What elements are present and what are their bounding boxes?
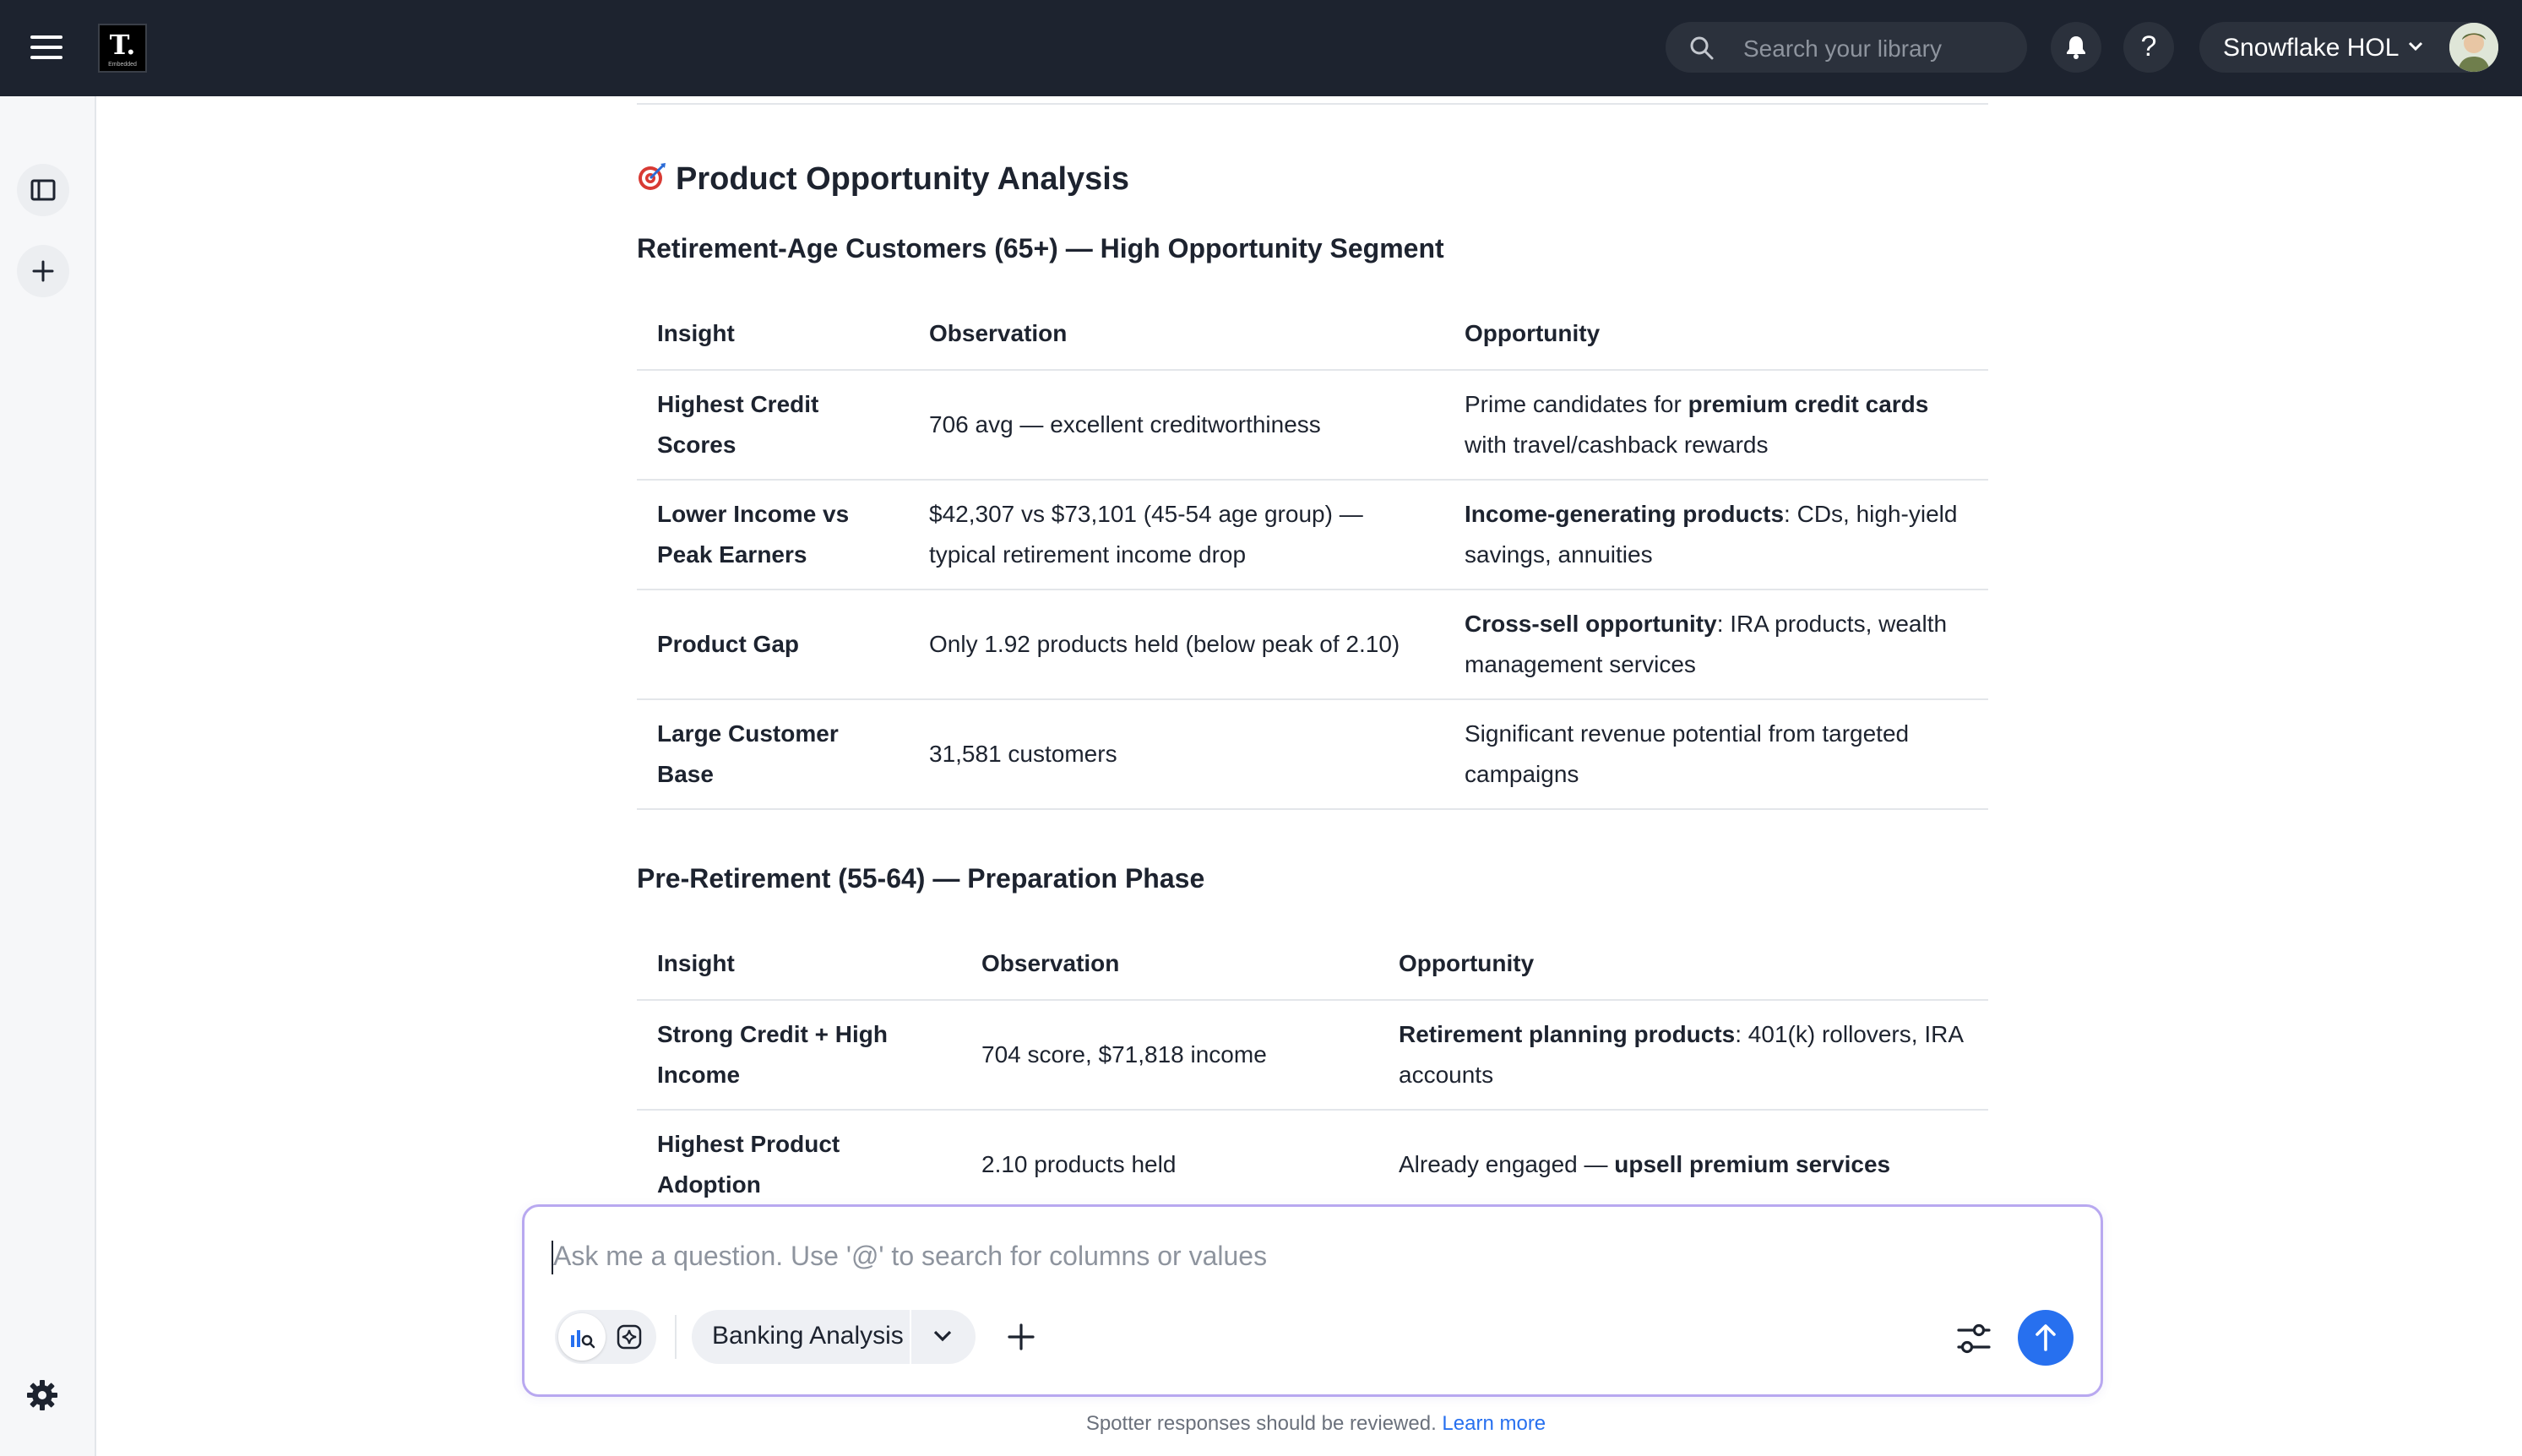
user-avatar[interactable]: [2449, 23, 2498, 72]
column-header: Observation: [909, 297, 1444, 371]
help-question-icon: ?: [2140, 30, 2157, 62]
column-header: Opportunity: [1378, 927, 1988, 1001]
answer-content: Product Opportunity Analysis Retirement-…: [637, 96, 1988, 1203]
chart-search-icon: [571, 1330, 595, 1349]
bell-icon: [2067, 36, 2085, 59]
opportunity-cell: Significant revenue potential from targe…: [1444, 699, 1988, 810]
logo-text: T.: [109, 29, 136, 61]
observation-cell: 704 score, $71,818 income: [961, 1000, 1378, 1111]
insight-cell: Product Gap: [637, 589, 909, 700]
opportunity-cell: Already engaged — upsell premium service…: [1378, 1110, 1988, 1203]
org-name: Snowflake HOL: [2223, 34, 2400, 62]
hamburger-menu-icon[interactable]: [30, 32, 68, 62]
learn-more-link[interactable]: Learn more: [1442, 1412, 1546, 1435]
ai-mode-button[interactable]: [606, 1313, 653, 1361]
ai-sparkle-icon: [617, 1324, 642, 1350]
column-header: Observation: [961, 927, 1378, 1001]
add-data-source-button[interactable]: [997, 1313, 1045, 1361]
opportunity-cell: Cross-sell opportunity: IRA products, we…: [1444, 589, 1988, 700]
sidebar-panel-icon: [30, 179, 56, 201]
target-dart-icon: [639, 163, 666, 190]
analytics-mode-button[interactable]: [558, 1313, 606, 1361]
avatar-image: [2449, 23, 2498, 72]
app-logo[interactable]: T. Embedded: [98, 24, 147, 73]
table-row: Highest Credit Scores 706 avg — excellen…: [637, 370, 1988, 481]
table-heading-retirement: Retirement-Age Customers (65+) — High Op…: [637, 233, 1444, 263]
data-source-dropdown-button[interactable]: [911, 1310, 976, 1364]
send-button[interactable]: [2018, 1310, 2074, 1366]
question-input[interactable]: Ask me a question. Use '@' to search for…: [553, 1241, 1267, 1272]
data-source-label[interactable]: Banking Analysis: [712, 1322, 904, 1350]
table-header-row: Insight Observation Opportunity: [637, 297, 1988, 371]
table-heading-pre-retirement: Pre-Retirement (55-64) — Preparation Pha…: [637, 863, 1205, 894]
insight-cell: Strong Credit + High Income: [637, 1000, 961, 1111]
table-row: Lower Income vs Peak Earners $42,307 vs …: [637, 480, 1988, 590]
disclaimer-text: Spotter responses should be reviewed. Le…: [0, 1412, 2522, 1436]
notifications-button[interactable]: [2051, 22, 2101, 73]
toggle-sidebar-button[interactable]: [17, 164, 69, 216]
gear-icon: [27, 1380, 57, 1410]
top-navigation-bar: T. Embedded Search your library ? Snowfl…: [0, 0, 2522, 96]
insight-cell: Highest Product Adoption: [637, 1110, 961, 1203]
table-row: Highest Product Adoption 2.10 products h…: [637, 1110, 1988, 1203]
table-row: Strong Credit + High Income 704 score, $…: [637, 1000, 1988, 1111]
library-search-input[interactable]: Search your library: [1666, 22, 2027, 73]
data-source-selector: Banking Analysis: [692, 1310, 976, 1364]
observation-cell: 706 avg — excellent creditworthiness: [909, 370, 1444, 481]
retirement-insights-table: Insight Observation Opportunity Highest …: [637, 297, 1988, 810]
opportunity-cell: Prime candidates for premium credit card…: [1444, 370, 1988, 481]
help-button[interactable]: ?: [2123, 22, 2174, 73]
new-conversation-button[interactable]: [17, 245, 69, 297]
opportunity-cell: Income-generating products: CDs, high-yi…: [1444, 480, 1988, 590]
pre-retirement-insights-table: Insight Observation Opportunity Strong C…: [637, 927, 1988, 1203]
arrow-up-icon: [2036, 1324, 2056, 1351]
observation-cell: 31,581 customers: [909, 699, 1444, 810]
left-sidebar: [0, 96, 96, 1456]
sliders-icon: [1957, 1323, 1991, 1354]
search-icon: [1690, 36, 1714, 60]
disclaimer-message: Spotter responses should be reviewed.: [1085, 1412, 1437, 1435]
mode-toggle: [555, 1310, 656, 1364]
column-header: Opportunity: [1444, 297, 1988, 371]
divider: [637, 103, 1988, 105]
question-input-box[interactable]: Ask me a question. Use '@' to search for…: [522, 1204, 2103, 1397]
preferences-button[interactable]: [1949, 1313, 1999, 1364]
observation-cell: $42,307 vs $73,101 (45-54 age group) — t…: [909, 480, 1444, 590]
section-title-text: Product Opportunity Analysis: [676, 161, 1129, 198]
chevron-down-icon: [933, 1330, 952, 1342]
plus-icon: [1008, 1323, 1035, 1350]
table-row: Product Gap Only 1.92 products held (bel…: [637, 589, 1988, 700]
toolbar-separator: [675, 1315, 677, 1359]
insight-cell: Large Customer Base: [637, 699, 909, 810]
column-header: Insight: [637, 297, 909, 371]
observation-cell: 2.10 products held: [961, 1110, 1378, 1203]
insight-cell: Highest Credit Scores: [637, 370, 909, 481]
table-row: Large Customer Base 31,581 customers Sig…: [637, 699, 1988, 810]
column-header: Insight: [637, 927, 961, 1001]
search-placeholder: Search your library: [1743, 35, 1942, 62]
logo-subtext: Embedded: [108, 62, 137, 68]
table-header-row: Insight Observation Opportunity: [637, 927, 1988, 1001]
chevron-down-icon: [2408, 41, 2423, 52]
plus-icon: [32, 260, 54, 282]
observation-cell: Only 1.92 products held (below peak of 2…: [909, 589, 1444, 700]
section-heading: Product Opportunity Analysis: [637, 160, 1129, 211]
opportunity-cell: Retirement planning products: 401(k) rol…: [1378, 1000, 1988, 1111]
insight-cell: Lower Income vs Peak Earners: [637, 480, 909, 590]
